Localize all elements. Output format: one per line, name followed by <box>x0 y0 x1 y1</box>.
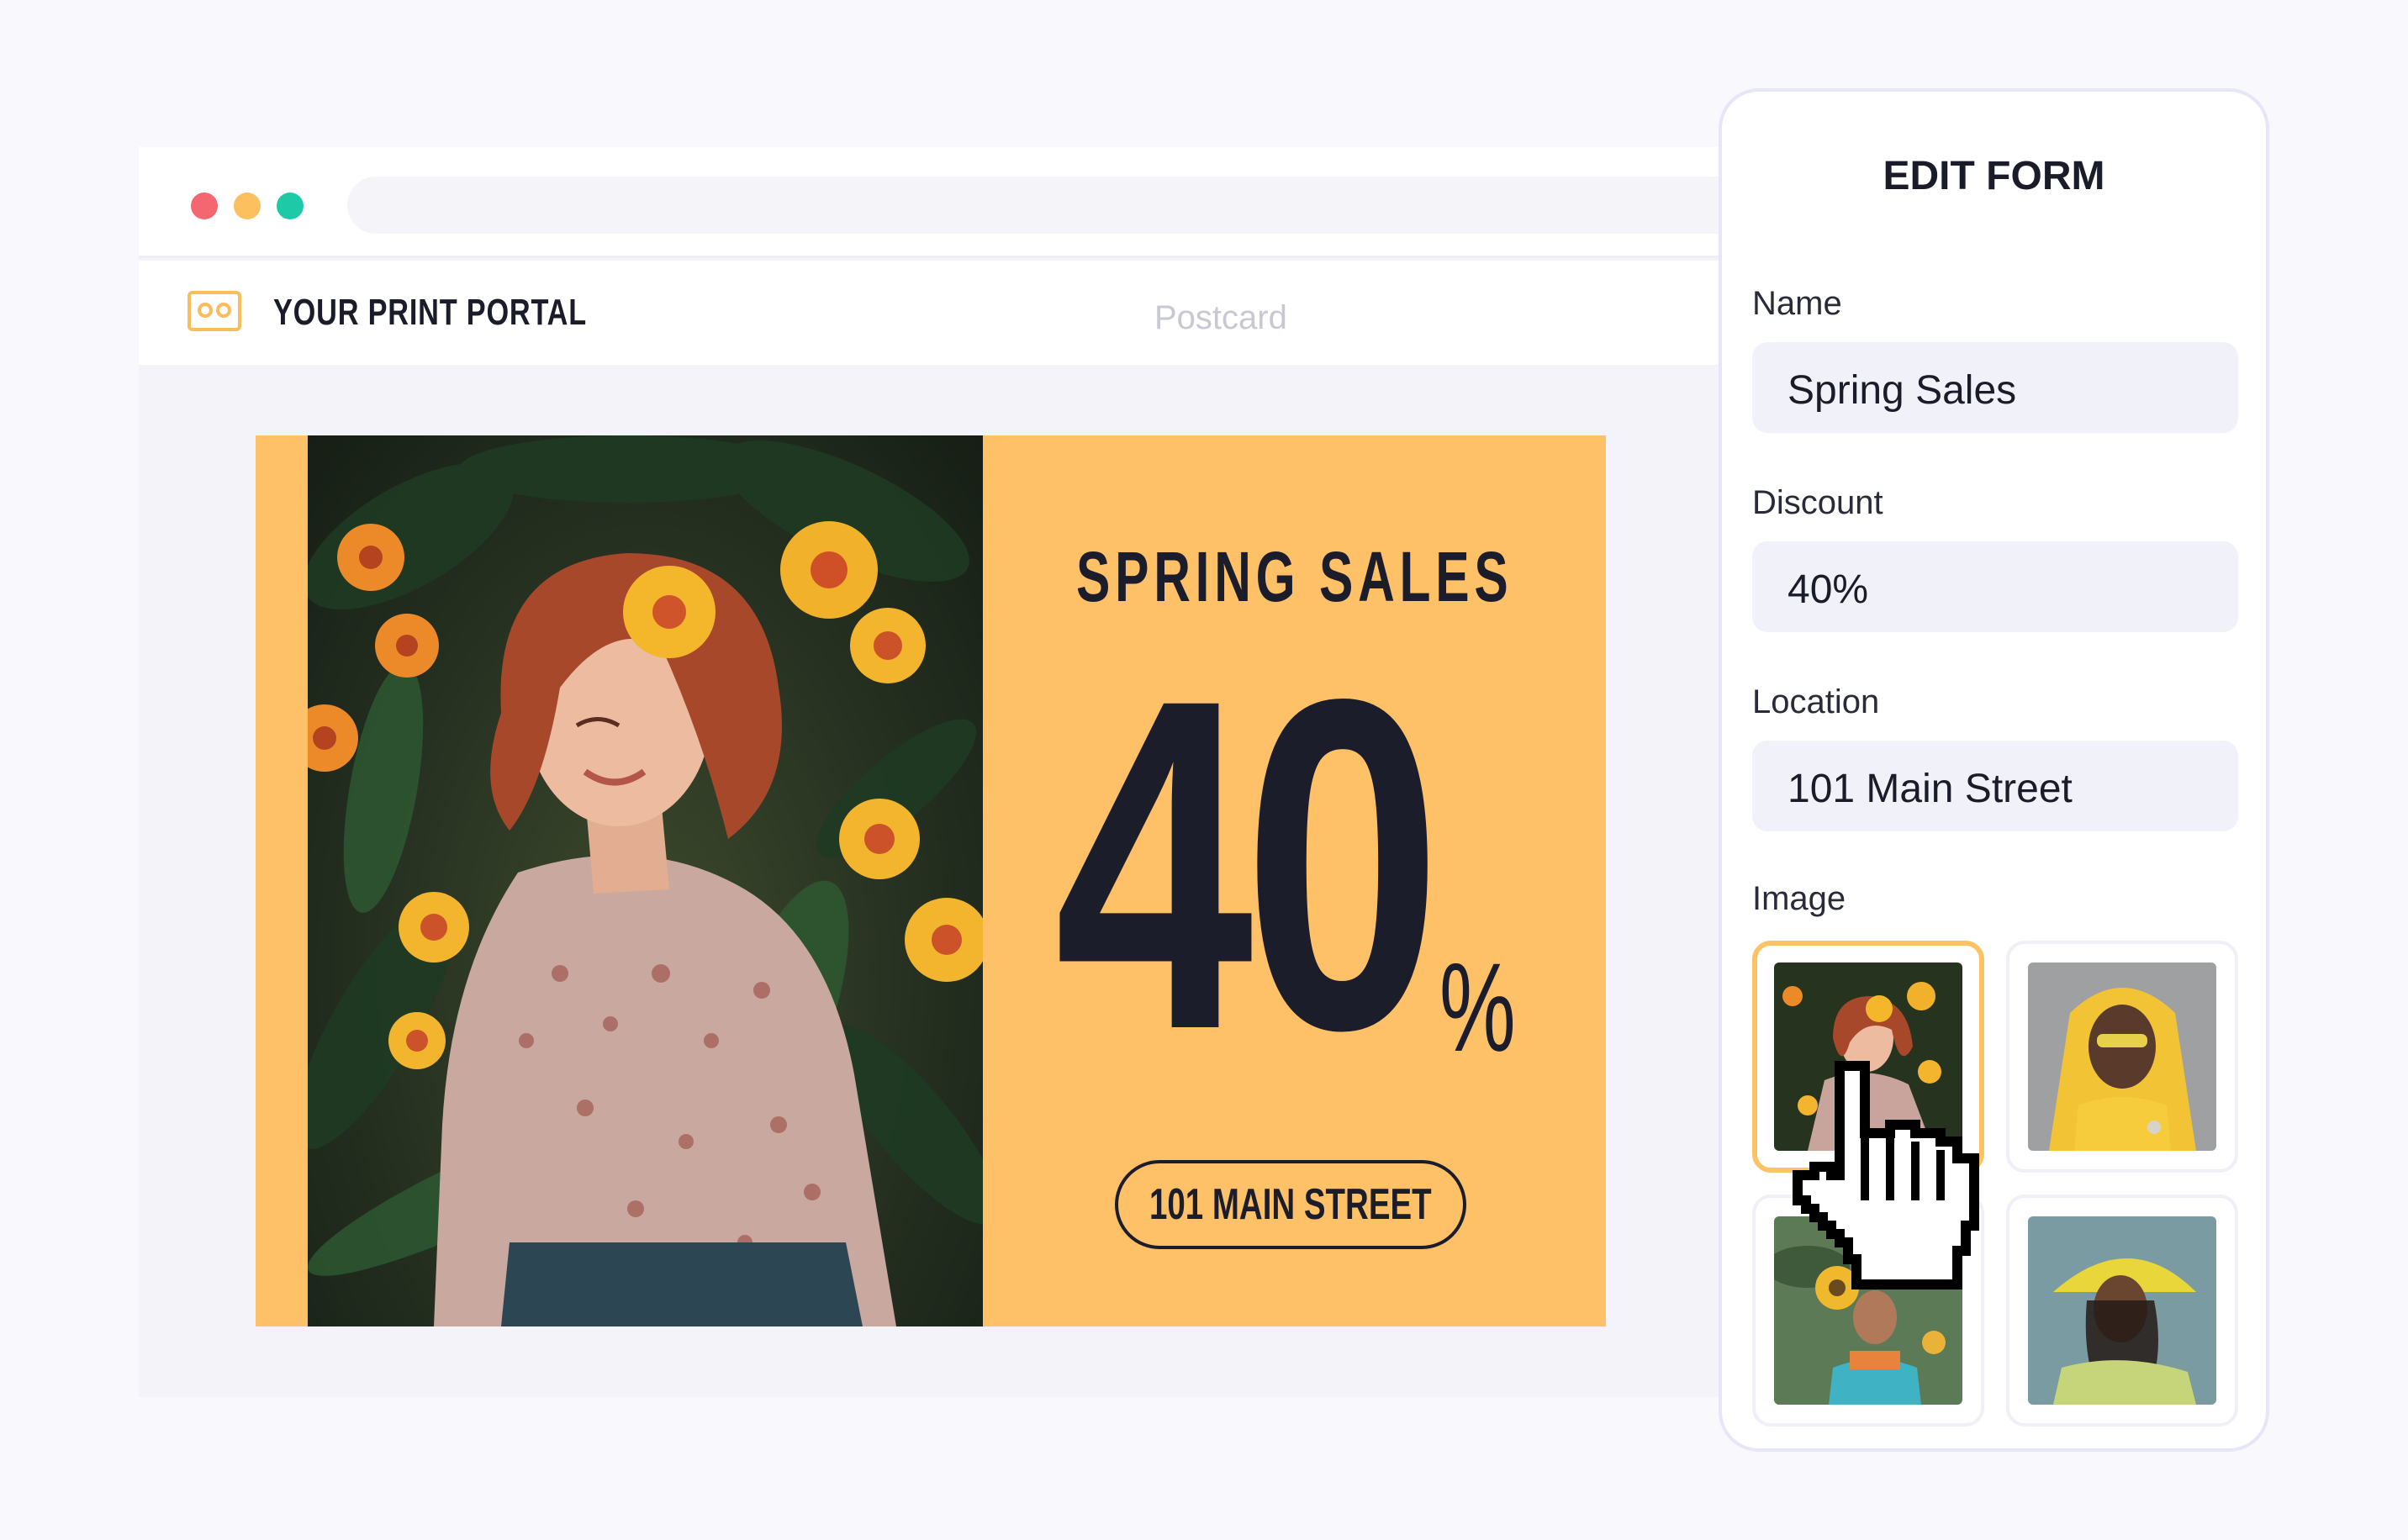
window-maximize-dot[interactable] <box>277 192 304 219</box>
brand-name: YOUR PRINT PORTAL <box>273 292 587 333</box>
name-label: Name <box>1752 285 1842 322</box>
image-option-2-thumbnail <box>2028 962 2216 1151</box>
postcard-address-pill: 101 MAIN STREET <box>1115 1160 1466 1249</box>
image-label: Image <box>1752 880 1846 917</box>
address-bar[interactable] <box>347 177 1777 234</box>
postcard-discount-number: 40 <box>1054 601 1442 1127</box>
image-option-4[interactable] <box>2006 1195 2238 1427</box>
print-portal-logo-icon <box>187 291 241 331</box>
window-minimize-dot[interactable] <box>234 192 261 219</box>
postcard-photo <box>308 435 983 1326</box>
edit-form-title: EDIT FORM <box>1883 154 2105 198</box>
postcard-preview: SPRING SALES 40 % 101 MAIN STREET <box>256 435 1606 1326</box>
browser-titlebar <box>139 147 1777 258</box>
name-field[interactable]: Spring Sales <box>1752 342 2238 433</box>
location-field[interactable]: 101 Main Street <box>1752 741 2238 831</box>
discount-field[interactable]: 40% <box>1752 541 2238 632</box>
document-title: Postcard <box>1154 299 1287 336</box>
window-close-dot[interactable] <box>191 192 218 219</box>
postcard-percent-sign: % <box>1439 936 1516 1078</box>
image-option-4-thumbnail <box>2028 1216 2216 1405</box>
image-option-2[interactable] <box>2006 941 2238 1173</box>
discount-label: Discount <box>1752 484 1883 521</box>
location-label: Location <box>1752 683 1880 720</box>
pointer-hand-cursor-icon <box>1793 1061 1979 1289</box>
portal-navbar: YOUR PRINT PORTAL Postcard <box>139 261 1736 365</box>
